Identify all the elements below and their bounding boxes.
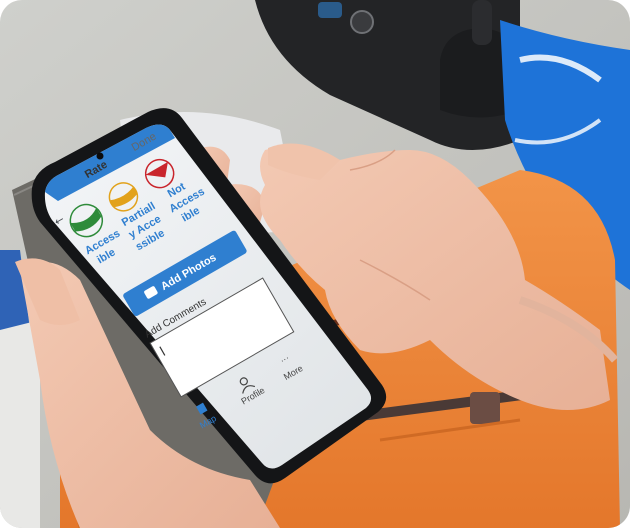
photo-illustration: ← Rate Done Access ible Partiall y Acce … <box>0 0 630 528</box>
controller-button-icon <box>318 2 342 18</box>
photo-frame: ← Rate Done Access ible Partiall y Acce … <box>0 0 630 528</box>
controller-dial-icon <box>350 10 374 34</box>
zipper-pull <box>470 392 500 424</box>
